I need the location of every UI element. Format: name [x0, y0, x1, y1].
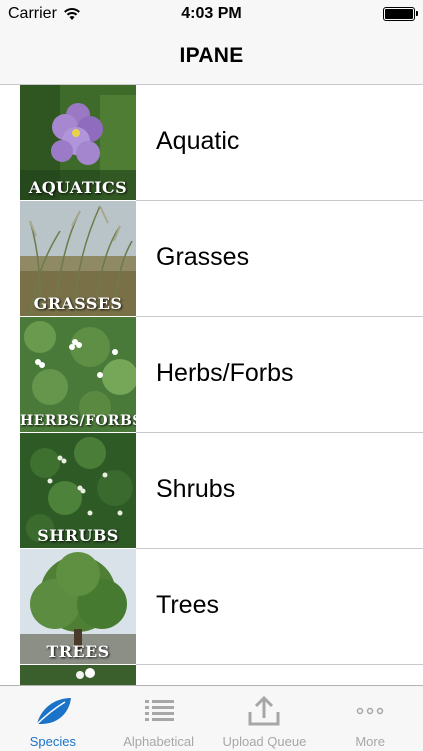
next-category-thumbnail [20, 665, 136, 685]
page-title: IPANE [179, 44, 244, 67]
list-item-herbs-forbs[interactable]: Herbs/Forbs Herbs/Forbs [0, 317, 423, 433]
thumb-caption: Shrubs [37, 526, 119, 545]
category-label: Trees [156, 591, 219, 619]
tab-label: Upload Queue [222, 734, 307, 749]
category-label: Grasses [156, 243, 250, 271]
status-bar: Carrier 4:03 PM [0, 0, 423, 28]
tab-species[interactable]: Species [0, 686, 106, 751]
upload-icon [248, 695, 280, 726]
list-item-trees[interactable]: Trees Trees [0, 549, 423, 665]
category-list[interactable]: Aquatics Aquatic Grasses Grasses [0, 85, 423, 685]
thumb-caption: Trees [46, 642, 110, 661]
thumb-caption: Grasses [33, 294, 123, 313]
thumb-caption: Herbs/Forbs [20, 413, 136, 429]
tab-more[interactable]: More [317, 686, 423, 751]
navigation-bar: IPANE [0, 28, 423, 85]
more-icon [356, 707, 384, 715]
tab-bar: Species Alphabetical Upload Queue More [0, 685, 423, 751]
thumb-caption: Aquatics [28, 178, 128, 197]
category-label: Herbs/Forbs [156, 359, 294, 387]
list-item-partial[interactable] [0, 665, 423, 685]
grasses-thumbnail: Grasses [20, 201, 136, 316]
tab-alphabetical[interactable]: Alphabetical [106, 686, 212, 751]
list-item-aquatic[interactable]: Aquatics Aquatic [0, 85, 423, 201]
tab-label: More [355, 734, 385, 749]
category-label: Shrubs [156, 475, 236, 503]
shrubs-thumbnail: Shrubs [20, 433, 136, 548]
battery-icon [383, 7, 418, 21]
tab-label: Alphabetical [123, 734, 195, 749]
list-icon [144, 700, 174, 721]
list-item-grasses[interactable]: Grasses Grasses [0, 201, 423, 317]
herbs-forbs-thumbnail: Herbs/Forbs [20, 317, 136, 432]
tab-label: Species [29, 734, 76, 749]
tab-upload-queue[interactable]: Upload Queue [212, 686, 318, 751]
list-item-shrubs[interactable]: Shrubs Shrubs [0, 433, 423, 549]
leaf-icon [34, 698, 71, 727]
category-label: Aquatic [156, 127, 240, 155]
aquatics-thumbnail: Aquatics [20, 85, 136, 200]
trees-thumbnail: Trees [20, 549, 136, 664]
status-time: 4:03 PM [181, 5, 242, 22]
